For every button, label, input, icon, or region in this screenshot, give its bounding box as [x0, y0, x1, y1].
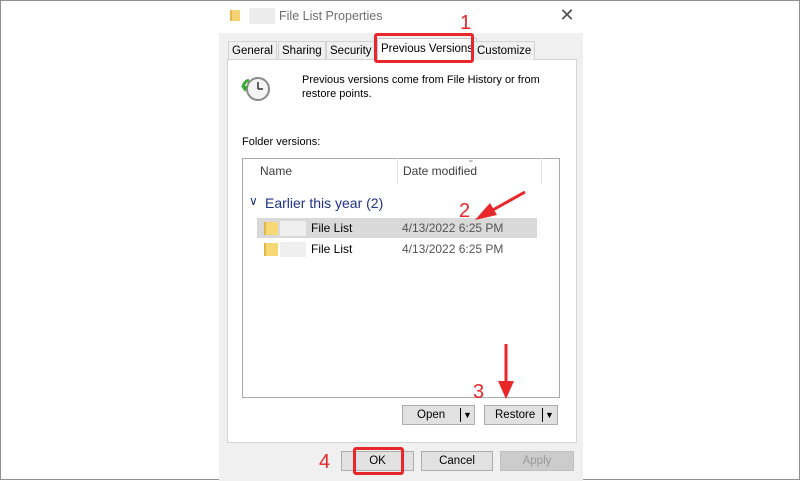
- annotation-arrows: [475, 190, 526, 399]
- arrow-head-icon: [498, 381, 514, 399]
- arrow-line: [490, 190, 526, 213]
- arrow-head-icon: [475, 203, 497, 220]
